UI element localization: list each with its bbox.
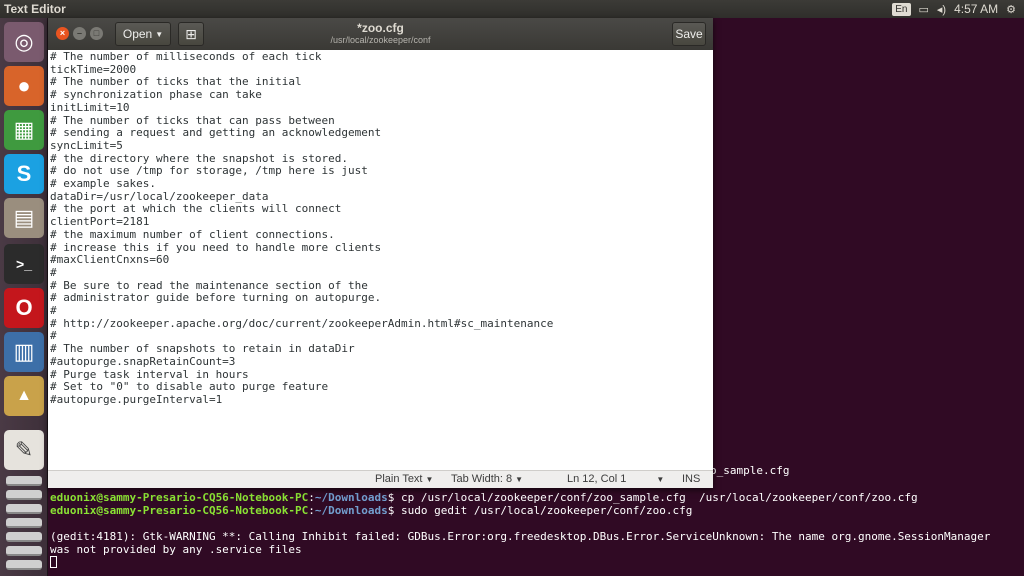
new-document-icon: ⊞ (185, 25, 197, 42)
skype-icon[interactable]: S (4, 154, 44, 194)
terminal-cursor (50, 556, 57, 568)
trash-stack-icon[interactable] (6, 490, 42, 500)
dash-home-icon[interactable]: ◎ (4, 22, 44, 62)
clock[interactable]: 4:57 AM (954, 2, 998, 16)
close-icon[interactable]: × (56, 27, 69, 40)
document-viewer-icon[interactable]: ▥ (4, 332, 44, 372)
code-line[interactable]: #autopurge.purgeInterval=1 (50, 393, 222, 407)
prompt-path: ~/Downloads (314, 504, 388, 517)
terminal-cursor-line (50, 555, 57, 568)
code-line[interactable]: initLimit=10 (50, 101, 129, 115)
chevron-down-icon: ▼ (155, 29, 164, 39)
battery-icon[interactable]: ▭ (919, 3, 929, 16)
system-tray: En ▭ ◂) 4:57 AM ⚙ (892, 0, 1024, 18)
code-line[interactable]: # The number of snapshots to retain in d… (50, 342, 355, 356)
code-line[interactable]: # the maximum number of client connectio… (50, 228, 335, 242)
document-path: /usr/local/zookeeper/conf (330, 35, 431, 45)
code-line[interactable]: #autopurge.snapRetainCount=3 (50, 355, 235, 369)
prompt-end: $ (387, 491, 402, 504)
cursor-position[interactable]: Ln 12, Col 1 ▼ (567, 473, 664, 485)
trash-stack-icon[interactable] (6, 504, 42, 514)
spreadsheet-icon[interactable]: ▦ (4, 110, 44, 150)
code-line[interactable]: # http://zookeeper.apache.org/doc/curren… (50, 317, 553, 331)
save-button[interactable]: Save (672, 22, 706, 46)
code-line[interactable]: # synchronization phase can take (50, 88, 262, 102)
code-line[interactable]: #maxClientCnxns=60 (50, 253, 169, 267)
code-line[interactable]: # Set to "0" to disable auto purge featu… (50, 380, 328, 394)
terminal-command-line-1: eduonix@sammy-Presario-CQ56-Notebook-PC:… (50, 491, 918, 504)
prompt-end: $ (387, 504, 402, 517)
code-line[interactable]: # The number of milliseconds of each tic… (50, 50, 322, 64)
window-title: *zoo.cfg /usr/local/zookeeper/conf (248, 21, 513, 46)
power-gear-icon[interactable]: ⚙ (1006, 3, 1016, 16)
terminal-command-line-2: eduonix@sammy-Presario-CQ56-Notebook-PC:… (50, 504, 692, 517)
trash-stack-icon[interactable] (6, 518, 42, 528)
stacked-apps-icon[interactable]: ▲ (4, 376, 44, 416)
active-app-title: Text Editor (4, 2, 66, 16)
prompt-user: eduonix@sammy-Presario-CQ56-Notebook-PC (50, 504, 309, 517)
trash-stack-icon[interactable] (6, 532, 42, 542)
text-editor-area[interactable]: # The number of milliseconds of each tic… (48, 50, 713, 470)
prompt-separator: : (308, 504, 315, 517)
trash-stack-icon[interactable] (6, 476, 42, 486)
open-button-label: Open (122, 27, 153, 41)
chevron-down-icon: ▼ (515, 475, 524, 484)
language-selector[interactable]: Plain Text ▼ (375, 473, 433, 485)
document-title: *zoo.cfg (357, 21, 404, 35)
status-bar: Plain Text ▼ Tab Width: 8 ▼ Ln 12, Col 1 ▼ … (48, 470, 713, 488)
prompt-user: eduonix@sammy-Presario-CQ56-Notebook-PC (50, 491, 309, 504)
code-line[interactable]: # sending a request and getting an ackno… (50, 126, 381, 140)
volume-icon[interactable]: ◂) (937, 3, 946, 16)
code-line[interactable]: # (50, 304, 57, 318)
chevron-down-icon: ▼ (425, 475, 434, 484)
command-text: sudo gedit /usr/local/zookeeper/conf/zoo… (401, 504, 693, 517)
prompt-separator: : (308, 491, 315, 504)
new-tab-button[interactable]: ⊞ (178, 22, 204, 46)
gedit-window[interactable]: × – □ Open ▼ ⊞ *zoo.cfg /usr/local/zooke… (48, 18, 713, 488)
opera-icon[interactable]: O (4, 288, 44, 328)
terminal-warning-line-1: (gedit:4181): Gtk-WARNING **: Calling In… (50, 530, 991, 543)
chevron-down-icon: ▼ (656, 475, 665, 484)
unity-launcher: ◎ ● ▦ S ▤ >_ O ▥ ▲ ✎ (0, 18, 48, 576)
terminal-warning-line-2: was not provided by any .service files (50, 543, 302, 556)
tab-width-selector[interactable]: Tab Width: 8 ▼ (451, 473, 523, 485)
code-line[interactable]: syncLimit=5 (50, 139, 123, 153)
insert-mode-indicator: INS (682, 473, 701, 485)
trash-stack-icon[interactable] (6, 546, 42, 556)
terminal-icon[interactable]: >_ (4, 244, 44, 284)
header-bar[interactable]: × – □ Open ▼ ⊞ *zoo.cfg /usr/local/zooke… (48, 18, 713, 50)
minimize-icon[interactable]: – (73, 27, 86, 40)
files-icon[interactable]: ▤ (4, 198, 44, 238)
code-line[interactable]: # (50, 266, 57, 280)
code-line[interactable]: # example sakes. (50, 177, 156, 191)
code-line[interactable]: clientPort=2181 (50, 215, 149, 229)
keyboard-layout-indicator[interactable]: En (892, 2, 911, 16)
code-line[interactable]: # administrator guide before turning on … (50, 292, 381, 305)
command-text: cp /usr/local/zookeeper/conf/zoo_sample.… (401, 491, 918, 504)
open-button[interactable]: Open ▼ (115, 22, 171, 46)
prompt-path: ~/Downloads (314, 491, 388, 504)
firefox-icon[interactable]: ● (4, 66, 44, 106)
maximize-icon[interactable]: □ (90, 27, 103, 40)
terminal-partial-output: o_sample.cfg (710, 464, 790, 477)
trash-stack-icon[interactable] (6, 560, 42, 570)
text-editor-icon[interactable]: ✎ (4, 430, 44, 470)
top-panel: Text Editor En ▭ ◂) 4:57 AM ⚙ (0, 0, 1024, 18)
